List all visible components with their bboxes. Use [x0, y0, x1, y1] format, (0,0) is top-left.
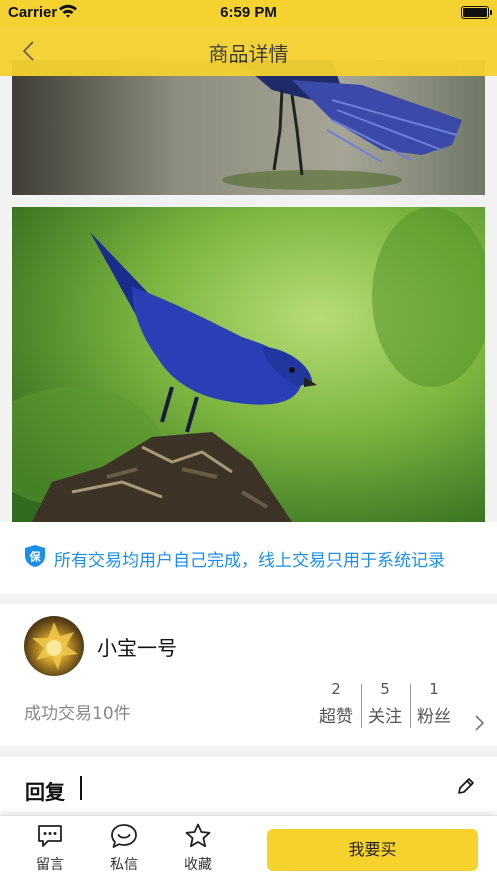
favorite-label: 收藏	[184, 857, 212, 873]
seller-avatar[interactable]	[24, 616, 84, 676]
pencil-icon[interactable]	[456, 776, 476, 796]
stat-fans[interactable]: 1 粉丝	[410, 680, 458, 727]
message-button[interactable]: 留言	[20, 822, 80, 878]
stat-value: 2	[331, 680, 341, 698]
status-bar: Carrier 6:59 PM	[0, 0, 497, 26]
favorite-button[interactable]: 收藏	[168, 822, 228, 878]
stat-value: 1	[429, 680, 439, 698]
stat-label: 关注	[368, 707, 402, 727]
private-message-label: 私信	[110, 857, 138, 873]
buy-button[interactable]: 我要买	[267, 829, 478, 871]
nav-bar: 商品详情	[0, 26, 497, 76]
blue-bird-image	[12, 207, 485, 522]
reply-title: 回复	[25, 780, 65, 804]
safety-notice: 保 所有交易均用户自己完成，线上交易只用于系统记录	[0, 522, 497, 594]
product-photo-2[interactable]	[12, 207, 485, 522]
reply-section: 回复	[0, 757, 497, 817]
battery-icon	[461, 6, 492, 19]
private-message-button[interactable]: 私信	[94, 822, 154, 878]
trade-count: 成功交易10件	[24, 704, 131, 724]
clock: 6:59 PM	[220, 4, 277, 21]
shield-badge-text: 保	[29, 550, 42, 564]
seller-card[interactable]: 小宝一号 成功交易10件 2 超赞 5 关注 1 粉丝	[0, 604, 497, 746]
stat-likes[interactable]: 2 超赞	[312, 680, 360, 727]
message-label: 留言	[36, 857, 64, 873]
chevron-right-icon[interactable]	[474, 714, 486, 732]
shield-icon: 保	[25, 545, 45, 567]
avatar-image	[32, 622, 78, 670]
reply-title-marker	[80, 776, 82, 800]
stat-following[interactable]: 5 关注	[361, 680, 409, 727]
bottom-action-bar: 留言 私信 收藏 我要买	[0, 815, 497, 883]
stat-label: 超赞	[319, 707, 353, 727]
chat-bubble-icon	[111, 824, 137, 848]
seller-name: 小宝一号	[97, 636, 177, 660]
page-title: 商品详情	[208, 42, 289, 66]
message-icon	[38, 825, 62, 847]
notice-text: 所有交易均用户自己完成，线上交易只用于系统记录	[54, 551, 445, 571]
bird-tail-image	[12, 60, 485, 195]
stat-label: 粉丝	[417, 707, 451, 727]
star-icon	[185, 823, 211, 848]
page-content: 保 所有交易均用户自己完成，线上交易只用于系统记录 小宝一号 成功交易10件 2…	[0, 0, 497, 883]
stat-value: 5	[380, 680, 390, 698]
product-photo-1[interactable]	[12, 60, 485, 195]
